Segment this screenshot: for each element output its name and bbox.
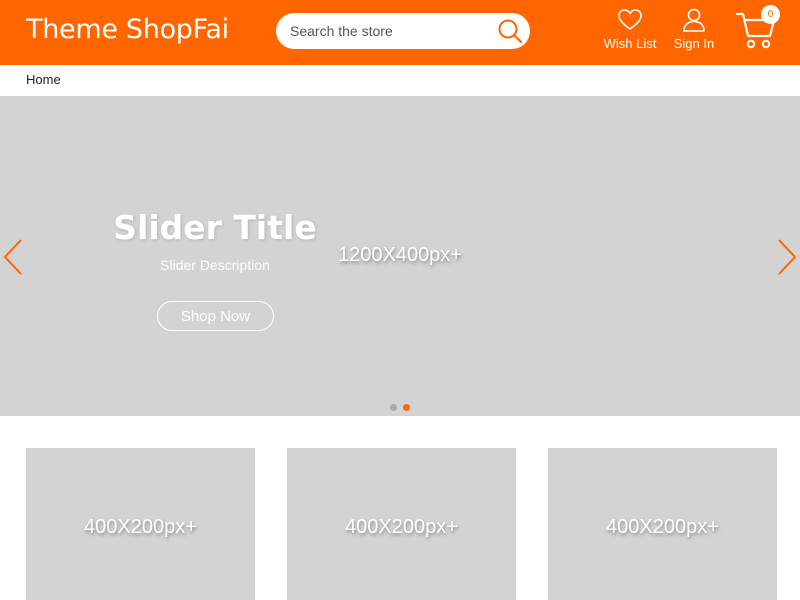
slider-title: Slider Title: [113, 208, 317, 247]
search-icon[interactable]: [496, 17, 524, 45]
site-header: Theme ShopFai Wish List Sign In 0: [0, 0, 800, 65]
sign-in-label: Sign In: [673, 36, 715, 51]
hero-slider: Slider Title Slider Description Shop Now…: [0, 96, 800, 416]
slider-description: Slider Description: [160, 257, 270, 273]
shop-now-button[interactable]: Shop Now: [157, 301, 274, 331]
store-logo[interactable]: Theme ShopFai: [26, 14, 229, 45]
banner-card[interactable]: 400X200px+: [548, 448, 777, 600]
banner-row: 400X200px+ 400X200px+ 400X200px+: [0, 448, 800, 600]
hero-image-placeholder-text: 1200X400px+: [337, 244, 462, 266]
user-icon: [683, 8, 705, 32]
banner-placeholder-text: 400X200px+: [606, 516, 719, 538]
chevron-right-icon[interactable]: [776, 238, 798, 276]
wish-list-label: Wish List: [603, 36, 657, 51]
slider-dots: [390, 398, 416, 416]
slider-dot[interactable]: [390, 404, 397, 411]
banner-placeholder-text: 400X200px+: [345, 516, 458, 538]
banner-card[interactable]: 400X200px+: [287, 448, 516, 600]
cart-count-badge: 0: [761, 5, 780, 24]
search-input[interactable]: [290, 13, 490, 49]
chevron-left-icon[interactable]: [2, 238, 24, 276]
banner-card[interactable]: 400X200px+: [26, 448, 255, 600]
banner-placeholder-text: 400X200px+: [84, 516, 197, 538]
breadcrumb-home[interactable]: Home: [26, 72, 61, 87]
search-bar: [276, 13, 530, 49]
sign-in-link[interactable]: Sign In: [664, 8, 724, 51]
heart-icon: [618, 9, 642, 30]
breadcrumb: Home: [26, 72, 61, 87]
wish-list-link[interactable]: Wish List: [600, 8, 660, 51]
slider-dot[interactable]: [403, 404, 410, 411]
